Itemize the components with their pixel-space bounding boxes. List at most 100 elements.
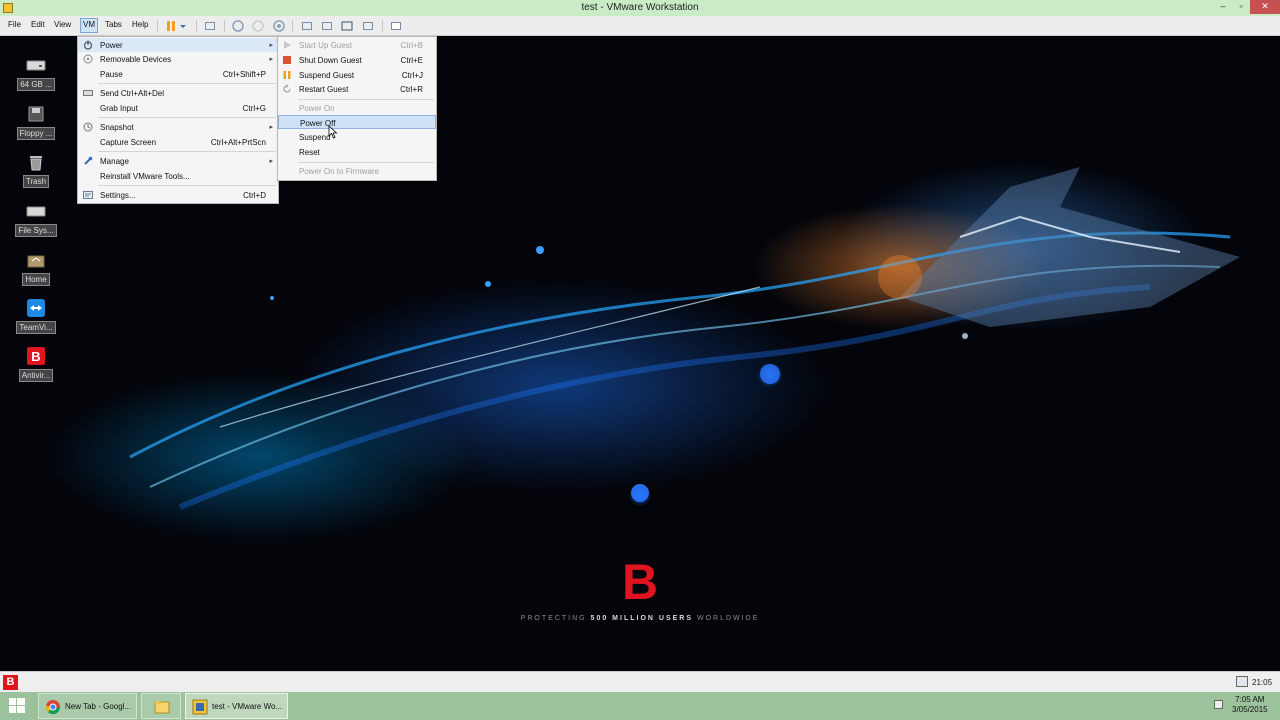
vm-menu-item-removable-devices[interactable]: Removable Devices ▸ [78,52,278,66]
vm-menu-label: Reinstall VMware Tools... [100,172,190,181]
unity-icon[interactable] [361,19,375,33]
power-submenu: Start Up Guest Ctrl+B Shut Down Guest Ct… [277,36,437,181]
action-center-icon[interactable] [1214,700,1223,709]
dropdown-arrow-icon[interactable] [178,19,188,33]
vm-menu-label: Send Ctrl+Alt+Del [100,89,165,98]
close-button[interactable]: ✕ [1250,0,1280,14]
network-icon[interactable] [1236,676,1248,687]
vm-menu-label: Pause [100,70,123,79]
taskbar-label: New Tab - Googl... [65,702,132,711]
minimize-button[interactable]: – [1214,0,1232,14]
vm-menu-label: Snapshot [100,123,134,132]
revert-snapshot-icon[interactable] [251,19,265,33]
console-view-icon[interactable] [389,19,403,33]
taskbar-label: test - VMware Wo... [212,702,283,711]
chrome-icon [45,699,61,715]
vm-menu-label: Power [100,41,123,50]
settings-icon [83,190,93,200]
desktop-icon-label: Trash [22,175,50,188]
power-item-shut-down-guest[interactable]: Shut Down Guest Ctrl+E [278,53,436,67]
snapshot-manager-icon[interactable] [272,19,286,33]
stop-icon [282,55,292,65]
menu-help[interactable]: Help [132,20,148,29]
bitdefender-tray-icon[interactable]: B [3,675,18,690]
power-item-label: Shut Down Guest [299,56,362,65]
power-item-reset[interactable]: Reset [278,145,436,159]
taskbar-vmware[interactable]: test - VMware Wo... [185,693,288,719]
window-title-bar[interactable]: test - VMware Workstation – ▫ ✕ [0,0,1280,16]
toolbar-separator [224,20,225,32]
vm-menu-item-settings[interactable]: Settings... Ctrl+D [78,188,278,202]
toolbar-separator [157,20,158,32]
pause-icon [282,70,292,80]
power-icon [83,40,93,50]
vm-menu-label: Grab Input [100,104,138,113]
desktop-icon-floppy[interactable]: Floppy ... [14,103,58,140]
filesystem-icon [25,200,47,222]
pause-icon[interactable] [164,19,178,33]
vm-menu-item-snapshot[interactable]: Snapshot ▸ [78,120,278,134]
vmware-icon [192,699,208,715]
desktop-icon-antivirus[interactable]: B Antivir... [14,345,58,382]
power-item-label: Suspend Guest [299,71,355,80]
full-screen-icon[interactable] [340,19,354,33]
power-item-shortcut: Ctrl+E [400,56,423,65]
power-item-suspend[interactable]: Suspend [278,130,436,144]
library-icon[interactable] [300,19,314,33]
menu-edit[interactable]: Edit [31,20,45,29]
menu-separator [298,99,434,100]
desktop-icon-teamviewer[interactable]: TeamVi... [14,297,58,334]
vm-menu-item-grab-input[interactable]: Grab Input Ctrl+G [78,101,278,115]
power-item-label: Power On [299,104,335,113]
vm-menu-item-reinstall-vmware-tools[interactable]: Reinstall VMware Tools... [78,169,278,183]
host-clock[interactable]: 7:05 AM 3/05/2015 [1232,695,1268,715]
drive-icon [25,54,47,76]
desktop-icon-filesystem[interactable]: File Sys... [14,200,58,237]
power-item-label: Restart Guest [299,85,349,94]
taskbar-chrome[interactable]: New Tab - Googl... [38,693,137,719]
home-folder-icon [25,249,47,271]
menu-tabs[interactable]: Tabs [105,20,122,29]
trash-icon [25,151,47,173]
power-item-suspend-guest[interactable]: Suspend Guest Ctrl+J [278,68,436,82]
send-keys-icon[interactable] [203,19,217,33]
manage-icon [83,156,93,166]
svg-text:B: B [31,349,40,364]
desktop-icon-drive[interactable]: 64 GB ... [14,54,58,91]
desktop-icon-home[interactable]: Home [14,249,58,286]
vm-menu-item-send-ctrl-alt-del[interactable]: Send Ctrl+Alt+Del [78,86,278,100]
submenu-arrow-icon: ▸ [269,56,273,63]
vm-menu-item-pause[interactable]: Pause Ctrl+Shift+P [78,67,278,81]
submenu-arrow-icon: ▸ [269,124,273,131]
taskbar-file-explorer[interactable] [141,693,181,719]
quick-switch-icon[interactable] [320,19,334,33]
power-item-power-on[interactable]: Power On [278,101,436,115]
mouse-cursor-icon [328,125,338,139]
desktop-icon-label: Home [22,273,50,286]
desktop-icon-trash[interactable]: Trash [14,151,58,188]
power-item-shortcut: Ctrl+J [401,71,423,80]
menu-file[interactable]: File [8,20,21,29]
power-item-restart-guest[interactable]: Restart Guest Ctrl+R [278,82,436,96]
windows-start-icon[interactable] [0,692,34,720]
window-title: test - VMware Workstation [581,2,699,13]
power-item-power-off[interactable]: Power Off [278,115,436,129]
menu-vm[interactable]: VM [80,18,98,33]
maximize-button[interactable]: ▫ [1232,0,1250,14]
toolbar-separator [292,20,293,32]
snapshot-icon[interactable] [231,19,245,33]
submenu-arrow-icon: ▸ [269,158,273,165]
vm-menu-shortcut: Ctrl+D [243,191,266,200]
vm-menu-item-manage[interactable]: Manage ▸ [78,154,278,168]
desktop-icon-label: File Sys... [15,224,57,237]
vm-menu-item-capture-screen[interactable]: Capture Screen Ctrl+Alt+PrtScn [78,135,278,149]
power-item-start-up-guest[interactable]: Start Up Guest Ctrl+B [278,38,436,52]
vm-menu-label: Capture Screen [100,138,157,147]
vm-menu-item-power[interactable]: Power ▸ [78,38,278,52]
menu-view[interactable]: View [54,20,71,29]
menu-separator [98,117,276,118]
toolbar-separator [196,20,197,32]
host-taskbar: New Tab - Googl... test - VMware Wo... 7… [0,692,1280,720]
snapshot-icon [83,122,93,132]
power-item-power-on-to-firmware[interactable]: Power On to Firmware [278,164,436,178]
